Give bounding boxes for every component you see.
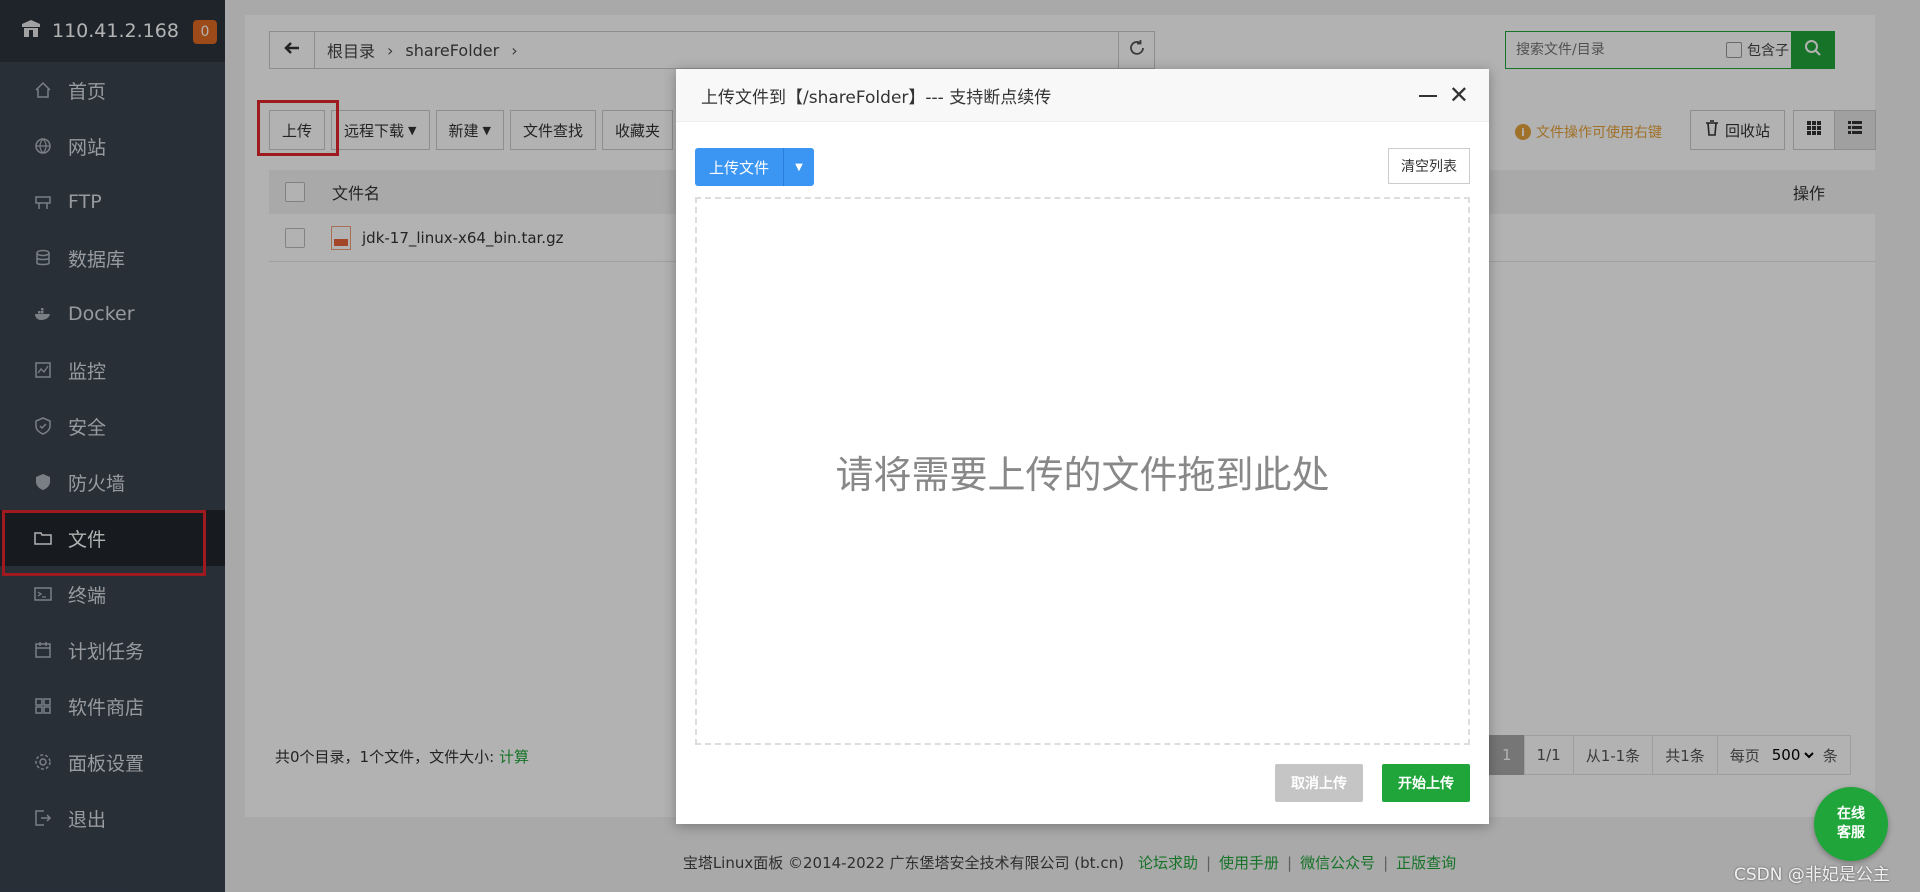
caret-down-icon[interactable]: ▼ xyxy=(784,148,815,186)
watermark: CSDN @非妃是公主 xyxy=(1734,865,1890,885)
close-icon[interactable]: ✕ xyxy=(1449,83,1469,107)
clear-list-button[interactable]: 清空列表 xyxy=(1388,148,1470,184)
upload-file-button[interactable]: 上传文件 xyxy=(695,148,785,186)
dialog-title: 上传文件到【/shareFolder】--- 支持断点续传 xyxy=(701,87,1052,108)
upload-file-split-button: 上传文件 ▼ xyxy=(695,148,815,186)
dialog-header: 上传文件到【/shareFolder】--- 支持断点续传 ✕ xyxy=(676,69,1489,122)
online-label-line1: 在线 xyxy=(1837,806,1865,822)
online-service-button[interactable]: 在线 客服 xyxy=(1814,787,1888,861)
start-upload-button[interactable]: 开始上传 xyxy=(1382,764,1470,802)
online-label-line2: 客服 xyxy=(1837,825,1865,841)
file-drop-zone[interactable]: 请将需要上传的文件拖到此处 xyxy=(695,197,1470,745)
cancel-upload-button[interactable]: 取消上传 xyxy=(1275,764,1363,802)
drop-hint: 请将需要上传的文件拖到此处 xyxy=(835,452,1330,497)
upload-dialog: 上传文件到【/shareFolder】--- 支持断点续传 ✕ 上传文件 ▼ 清… xyxy=(676,69,1489,824)
minimize-icon[interactable] xyxy=(1419,95,1437,97)
